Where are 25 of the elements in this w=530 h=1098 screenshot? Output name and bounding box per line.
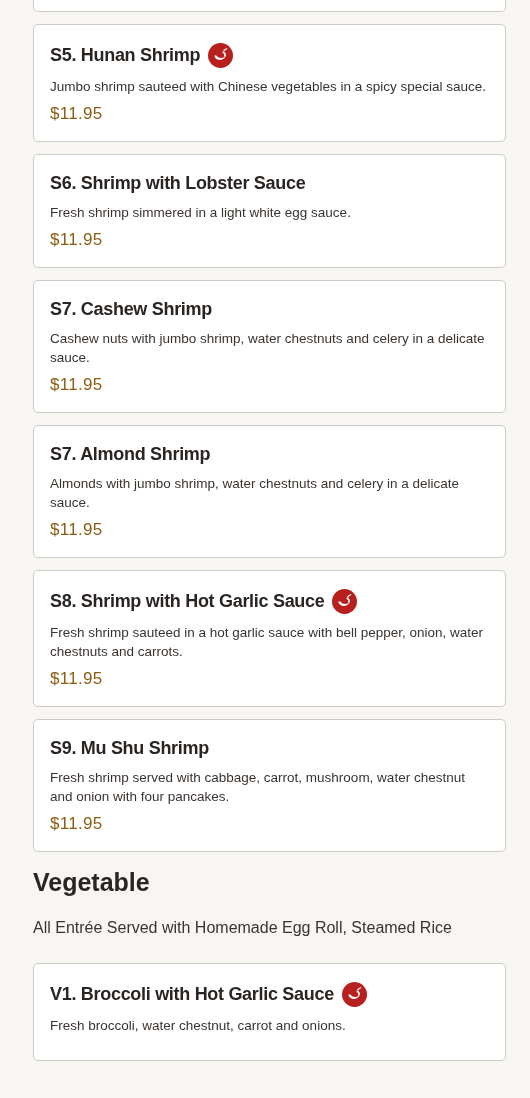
dish-price: $11.95 <box>50 814 104 834</box>
dish-price: $11.95 <box>50 104 104 124</box>
dish-description: Almonds with jumbo shrimp, water chestnuts and celery in a delicate sauce. <box>50 475 460 512</box>
chili-pepper-icon <box>341 981 367 1007</box>
dish-description: Fresh shrimp served with cabbage, carrot, mushroom, water chestnut and onion with four pancakes. <box>50 769 466 806</box>
section-subtitle: All Entrée Served with Homemade Egg Roll, Steamed Rice <box>33 919 453 937</box>
dish-description: Fresh shrimp simmered in a light white egg sauce. <box>50 204 352 222</box>
dish-name: V1. Broccoli with Hot Garlic Sauce <box>50 983 334 1005</box>
dish-price: $11.95 <box>50 520 104 540</box>
dish-name: S5. Hunan Shrimp <box>50 44 201 66</box>
dish-price: $11.95 <box>50 669 104 689</box>
dish-price: $11.95 <box>50 230 104 250</box>
dish-name: S6. Shrimp with Lobster Sauce <box>50 172 306 194</box>
dish-price: $11.95 <box>50 375 104 395</box>
section-heading: Vegetable <box>33 868 151 897</box>
dish-description: Fresh shrimp sauteed in a hot garlic sauce with bell pepper, onion, water chestnuts and carrots. <box>50 624 484 661</box>
dish-name: S7. Almond Shrimp <box>50 443 211 465</box>
dish-name: S9. Mu Shu Shrimp <box>50 737 209 759</box>
chili-pepper-icon <box>332 588 358 614</box>
dish-description: Jumbo shrimp sauteed with Chinese vegetables in a spicy special sauce. <box>50 78 487 96</box>
dish-description: Cashew nuts with jumbo shrimp, water chestnuts and celery in a delicate sauce. <box>50 330 486 367</box>
dish-description: Fresh broccoli, water chestnut, carrot and onions. <box>50 1017 347 1035</box>
dish-name: S7. Cashew Shrimp <box>50 298 212 320</box>
dish-name: S8. Shrimp with Hot Garlic Sauce <box>50 590 325 612</box>
chili-pepper-icon <box>208 42 234 68</box>
